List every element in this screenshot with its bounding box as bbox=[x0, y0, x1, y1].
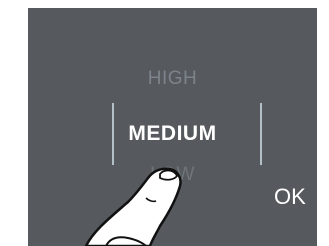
hand-pointer-icon bbox=[84, 167, 182, 246]
device-screen: HIGH MEDIUM LOW OK bbox=[28, 8, 317, 246]
